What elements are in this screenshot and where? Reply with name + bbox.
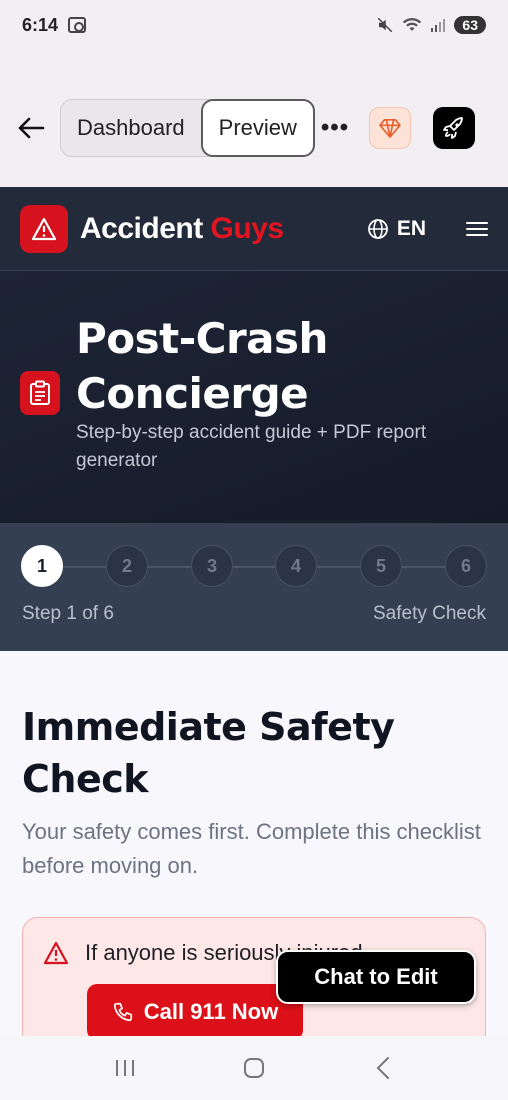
- step-2[interactable]: 2: [106, 545, 148, 587]
- step-progress-text: Step 1 of 6: [22, 603, 114, 624]
- system-nav-bar: [0, 1036, 508, 1100]
- step-current-label: Safety Check: [373, 603, 486, 624]
- hero-title: Post-Crash Concierge: [76, 314, 328, 418]
- mute-icon: [378, 17, 393, 33]
- brand-name: Accident: [80, 211, 203, 245]
- clipboard-icon: [20, 371, 60, 415]
- signal-icon: [431, 19, 446, 32]
- step-6[interactable]: 6: [445, 545, 487, 587]
- brand-accent: Guys: [210, 211, 285, 245]
- more-options-button[interactable]: •••: [321, 114, 349, 142]
- hero: Post-Crash Concierge Step-by-step accide…: [0, 271, 508, 523]
- section-title: Immediate Safety Check: [22, 705, 395, 801]
- step-3[interactable]: 3: [191, 545, 233, 587]
- page-preview: Accident Guys EN Post-Crash Concierge St…: [0, 187, 508, 1036]
- globe-icon: [367, 218, 388, 239]
- recent-apps-button[interactable]: [105, 1048, 145, 1088]
- rocket-icon: [443, 117, 464, 139]
- status-icons: 63: [376, 16, 486, 34]
- site-brand[interactable]: Accident Guys: [80, 212, 284, 246]
- wifi-icon: [403, 18, 422, 31]
- publish-button[interactable]: [433, 107, 476, 149]
- hero-subtitle: Step-by-step accident guide + PDF report…: [76, 422, 427, 471]
- home-button[interactable]: [234, 1048, 274, 1088]
- screen-record-icon: [68, 17, 87, 33]
- home-icon: [243, 1058, 264, 1078]
- step-5[interactable]: 5: [360, 545, 402, 587]
- chat-to-edit-button[interactable]: Chat to Edit: [276, 950, 476, 1004]
- tab-preview[interactable]: Preview: [200, 99, 315, 157]
- language-label: EN: [396, 216, 426, 240]
- gem-icon: [379, 119, 401, 138]
- back-button[interactable]: [12, 109, 50, 147]
- section-subtitle: Your safety comes first. Complete this c…: [22, 819, 481, 878]
- call-911-button[interactable]: Call 911 Now: [87, 984, 303, 1036]
- upgrade-button[interactable]: [369, 107, 412, 149]
- step-4[interactable]: 4: [275, 545, 317, 587]
- view-switcher: Dashboard Preview: [60, 99, 315, 157]
- battery-indicator: 63: [454, 16, 486, 34]
- recents-icon: [115, 1060, 134, 1076]
- step-meta: Step 1 of 6 Safety Check: [22, 603, 486, 625]
- status-time: 6:14: [22, 14, 59, 35]
- hamburger-menu-icon[interactable]: [466, 221, 488, 236]
- tab-dashboard[interactable]: Dashboard: [77, 100, 201, 156]
- call-911-label: Call 911 Now: [143, 999, 279, 1024]
- warning-icon: [43, 941, 69, 965]
- phone-icon: [113, 1002, 132, 1022]
- status-bar: 6:14 63: [0, 0, 508, 50]
- system-back-button[interactable]: [363, 1048, 403, 1088]
- arrow-left-icon: [18, 117, 45, 139]
- warning-logo-icon[interactable]: [20, 204, 68, 253]
- chevron-left-icon: [376, 1057, 390, 1079]
- site-header: Accident Guys EN: [0, 187, 508, 271]
- language-selector[interactable]: EN: [367, 217, 426, 241]
- step-progress: 1 2 3 4 5 6 Step 1 of 6 Safety Check: [0, 523, 508, 651]
- app-toolbar: Dashboard Preview •••: [0, 96, 508, 160]
- step-1[interactable]: 1: [21, 545, 63, 587]
